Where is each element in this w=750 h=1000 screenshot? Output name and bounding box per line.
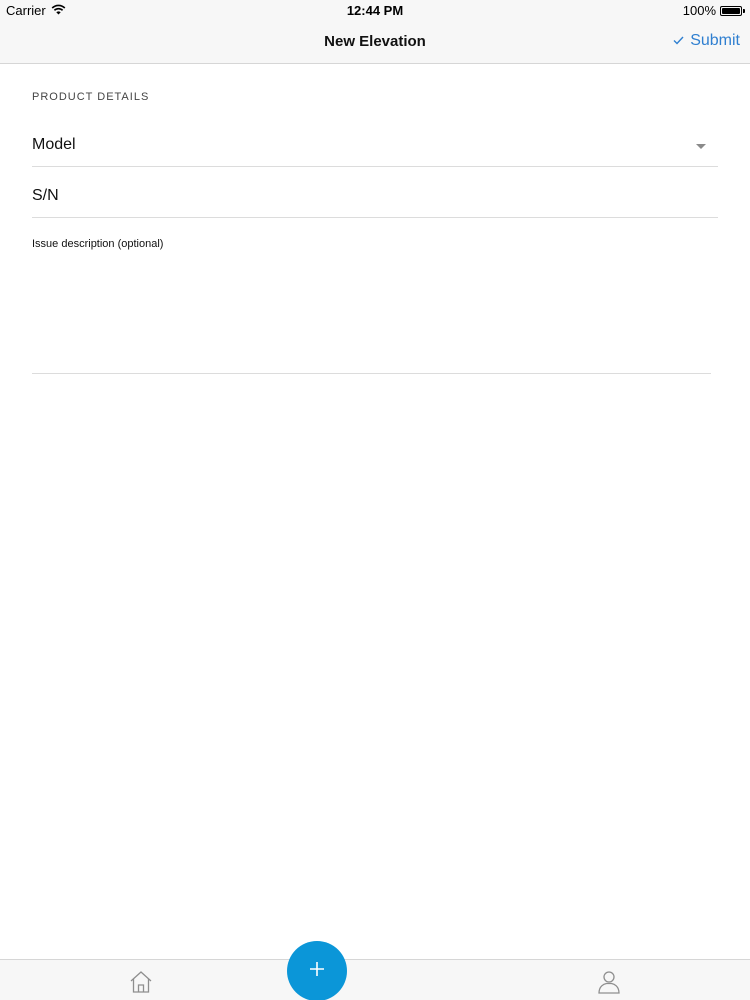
home-icon[interactable] bbox=[128, 969, 154, 995]
add-button[interactable] bbox=[287, 941, 347, 1000]
status-time: 12:44 PM bbox=[346, 3, 404, 18]
navigation-bar: New Elevation Submit bbox=[0, 22, 750, 64]
issue-description-field[interactable]: Issue description (optional) bbox=[32, 236, 711, 374]
new-elevation-screen: Carrier 12:44 PM 100% New Elevation Subm… bbox=[0, 0, 750, 1000]
section-header-product-details: PRODUCT DETAILS bbox=[32, 91, 150, 103]
battery-fill bbox=[722, 7, 740, 14]
submit-button[interactable]: Submit bbox=[673, 32, 740, 50]
battery-icon bbox=[720, 5, 745, 16]
model-label: Model bbox=[32, 136, 76, 153]
checkmark-icon bbox=[673, 32, 684, 50]
issue-description-label: Issue description (optional) bbox=[32, 238, 164, 250]
tab-bar bbox=[0, 959, 750, 1000]
status-bar: Carrier 12:44 PM 100% bbox=[0, 0, 750, 22]
chevron-down-icon bbox=[696, 144, 706, 149]
status-right: 100% bbox=[682, 3, 745, 18]
plus-icon bbox=[309, 961, 325, 982]
model-dropdown[interactable]: Model bbox=[32, 126, 718, 167]
sn-label: S/N bbox=[32, 187, 59, 204]
page-title: New Elevation bbox=[324, 33, 426, 50]
serial-number-field[interactable]: S/N bbox=[32, 177, 718, 218]
battery-percent: 100% bbox=[682, 3, 716, 18]
person-icon[interactable] bbox=[597, 969, 621, 995]
submit-label: Submit bbox=[690, 32, 740, 49]
battery-tip bbox=[743, 8, 745, 13]
